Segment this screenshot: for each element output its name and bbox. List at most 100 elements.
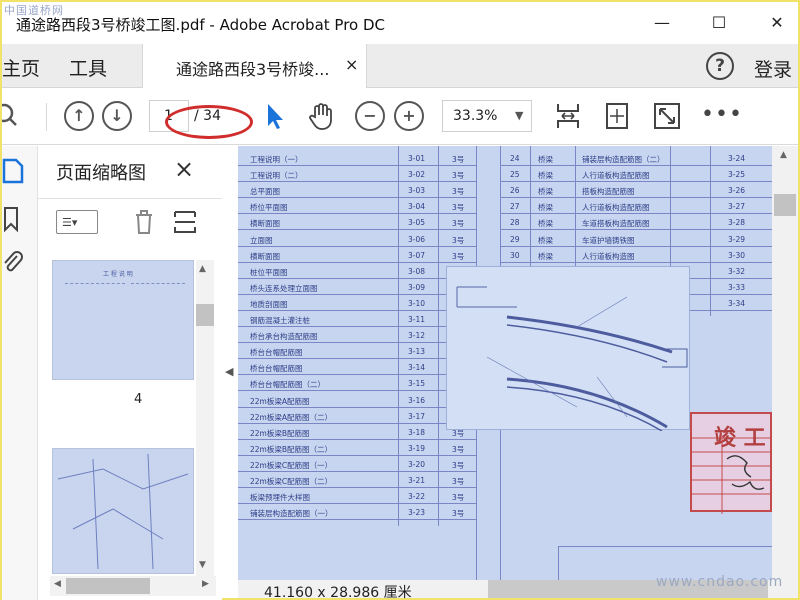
table-cell: 3-03 xyxy=(408,186,426,196)
table-cell: 3号 xyxy=(452,444,465,454)
close-tab-icon[interactable]: × xyxy=(345,55,358,74)
thumbnails-vertical-scrollbar[interactable]: ▲ ▼ xyxy=(196,260,214,576)
table-row: 30 桥梁 人行道板构造图 3-30 xyxy=(500,247,772,263)
navigation-rail xyxy=(2,146,38,600)
table-cell: 3-13 xyxy=(408,347,426,357)
table-cell: 27 xyxy=(510,202,520,212)
table-cell: 3号 xyxy=(452,493,465,503)
table-cell: 22m板梁A配筋图（二） xyxy=(250,412,332,422)
table-cell: 3-29 xyxy=(728,234,746,244)
site-watermark: www.cndao.com xyxy=(656,574,784,590)
table-cell: 3-19 xyxy=(408,443,426,453)
fit-page-icon[interactable] xyxy=(602,101,632,131)
thumbnails-horizontal-scrollbar[interactable]: ◀ ▶ xyxy=(50,576,216,596)
table-cell: 人行道板构造图 xyxy=(582,251,635,261)
page-thumbnail-4[interactable]: 工 程 说 明 xyxy=(52,260,194,380)
table-cell: 28 xyxy=(510,218,520,228)
zoom-in-icon[interactable]: + xyxy=(394,101,424,131)
minimize-button[interactable]: — xyxy=(647,10,677,36)
table-cell: 3号 xyxy=(452,235,465,245)
more-tools-icon[interactable]: ••• xyxy=(701,101,742,131)
table-row: 25 桥梁 人行道板构造配筋图 3-25 xyxy=(500,166,772,183)
table-cell: 搭板构造配筋图 xyxy=(582,187,635,197)
table-cell: 22m板梁C配筋图（二） xyxy=(250,477,333,486)
delete-icon[interactable] xyxy=(132,208,156,236)
full-screen-icon[interactable] xyxy=(652,101,682,131)
search-icon[interactable] xyxy=(2,101,32,131)
extract-pages-icon[interactable] xyxy=(172,208,198,236)
table-cell: 3-17 xyxy=(408,411,426,421)
table-cell: 3-25 xyxy=(728,170,746,180)
table-row: 横断面图 3-05 3号 xyxy=(238,214,476,231)
fit-width-icon[interactable] xyxy=(553,101,583,131)
table-cell: 3-18 xyxy=(408,427,426,437)
maximize-button[interactable]: ☐ xyxy=(704,10,734,36)
table-row: 29 桥梁 车道护墙铸铁图 3-29 xyxy=(500,231,772,247)
next-page-icon[interactable]: ↓ xyxy=(102,101,132,131)
table-cell: 3-26 xyxy=(728,186,746,196)
table-row: 桥位平面图 3-04 3号 xyxy=(238,198,476,215)
login-button[interactable]: 登录 xyxy=(754,55,792,82)
close-panel-icon[interactable]: × xyxy=(174,155,194,183)
attachment-icon[interactable] xyxy=(2,250,24,276)
zoom-out-icon[interactable]: − xyxy=(355,101,385,131)
document-vertical-scrollbar[interactable]: ▲ xyxy=(772,146,798,580)
table-cell: 22m板梁B配筋图 xyxy=(250,428,310,438)
zoom-select[interactable]: 33.3% ▼ xyxy=(442,100,532,132)
scroll-thumb[interactable] xyxy=(196,304,214,326)
table-cell: 3号 xyxy=(452,219,465,229)
collapse-panel-icon[interactable]: ◀ xyxy=(225,365,233,378)
bridge-drawing-overlay xyxy=(446,266,690,432)
table-cell: 3-05 xyxy=(408,218,426,228)
table-row: 27 桥梁 人行道板构造配筋图 3-27 xyxy=(500,198,772,215)
table-cell: 桥台台帽配筋图 xyxy=(250,364,303,374)
table-row: 桥台承台构造配筋图3-123号 xyxy=(238,327,476,344)
table-row: 22m板梁B配筋图 3-18 3号 xyxy=(238,424,476,440)
previous-page-icon[interactable]: ↑ xyxy=(64,101,94,131)
table-row: 总平面图 3-03 3号 xyxy=(238,182,476,199)
document-tab-label: 通途路西段3号桥竣... xyxy=(176,60,330,79)
table-row: 26 桥梁 搭板构造配筋图 3-26 xyxy=(500,182,772,199)
table-row: 24 桥梁 铺装层构造配筋图（二） 3-24 xyxy=(500,150,772,166)
scroll-thumb[interactable] xyxy=(774,194,796,216)
table-cell: 3-09 xyxy=(408,282,426,292)
close-window-button[interactable]: ✕ xyxy=(762,10,792,36)
bookmark-icon[interactable] xyxy=(2,206,22,232)
table-cell: 25 xyxy=(510,170,520,180)
table-cell: 人行道板构造配筋图 xyxy=(582,171,650,181)
table-row: 22m板梁C配筋图（二） 3-21 3号 xyxy=(238,472,476,488)
table-cell: 横断面图 xyxy=(250,219,280,229)
table-cell: 总平面图 xyxy=(250,187,280,197)
table-cell: 3-15 xyxy=(408,379,426,389)
page-count-highlight xyxy=(165,105,253,139)
table-cell: 车道护墙铸铁图 xyxy=(582,235,635,245)
select-cursor-icon[interactable] xyxy=(260,101,290,131)
tab-document[interactable]: 通途路西段3号桥竣... × xyxy=(142,44,367,88)
help-icon[interactable]: ? xyxy=(706,52,734,80)
table-cell: 桩位平面图 xyxy=(250,267,288,277)
table-cell: 3-11 xyxy=(408,315,426,324)
table-cell: 3-10 xyxy=(408,298,426,308)
hand-tool-icon[interactable] xyxy=(306,101,336,131)
table-row: 工程说明（二） 3-02 3号 xyxy=(238,166,476,183)
table-cell: 车道搭板构造配筋图 xyxy=(582,219,650,229)
table-cell: 桥梁 xyxy=(538,155,553,164)
thumbnail-options-button[interactable]: ☰▾ xyxy=(56,210,98,234)
table-row: 22m板梁A配筋图3-163号 xyxy=(238,392,476,408)
table-cell: 立面图 xyxy=(250,235,273,245)
drawing-index-table-left: 工程说明（一） 3-01 3号 工程说明（二） 3-02 3号 总平面图 3-03 3号 桥位平面… xyxy=(238,146,478,580)
page-thumbnail-5[interactable] xyxy=(52,448,194,574)
table-row: 横断面图 3-07 3号 xyxy=(238,247,476,263)
table-cell: 铺装层构造配筋图（一） xyxy=(250,509,333,519)
thumbnails-panel: 页面缩略图 × ☰▾ 工 程 说 明 4 xyxy=(38,146,222,600)
table-cell: 桥梁 xyxy=(538,251,553,261)
table-row: 22m板梁A配筋图（二）3-173号 xyxy=(238,408,476,424)
scroll-thumb[interactable] xyxy=(66,578,150,594)
table-cell: 钢筋混凝土灌注桩 xyxy=(250,316,310,325)
tab-home[interactable]: 主页 xyxy=(2,54,40,81)
tab-tools[interactable]: 工具 xyxy=(69,54,107,81)
table-cell: 3-02 xyxy=(408,170,426,180)
window-title: 通途路西段3号桥竣工图.pdf - Adobe Acrobat Pro DC xyxy=(16,16,386,34)
table-cell: 工程说明（一） xyxy=(250,155,303,164)
page-thumbnails-icon[interactable] xyxy=(2,158,24,184)
